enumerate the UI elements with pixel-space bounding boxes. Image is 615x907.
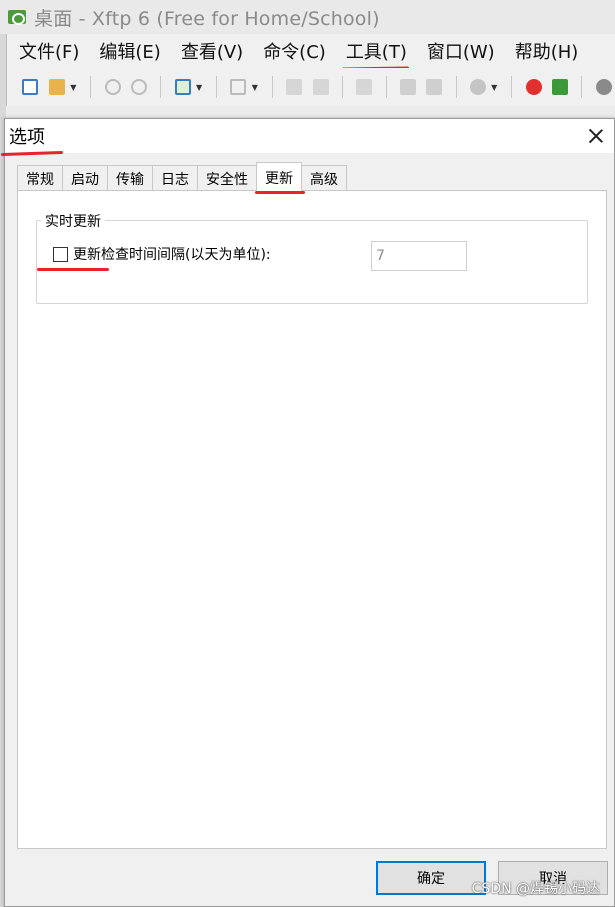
tab-security[interactable]: 安全性 [197, 165, 257, 191]
update-check-row: 更新检查时间间隔(以天为单位): [37, 244, 271, 271]
sync-icon[interactable] [353, 75, 376, 99]
group-legend: 实时更新 [41, 211, 105, 231]
menu-view[interactable]: 查看(V) [169, 38, 251, 64]
toolbar-separator [385, 76, 387, 98]
toolbar-separator [455, 76, 457, 98]
menu-help[interactable]: 帮助(H) [503, 38, 587, 64]
disconnect-icon[interactable] [101, 75, 124, 99]
tab-label: 高级 [310, 171, 338, 188]
menu-file[interactable]: 文件(F) [7, 38, 87, 64]
reconnect-icon[interactable] [128, 75, 151, 99]
menu-tools[interactable]: 工具(T) [334, 38, 415, 64]
toolbar-separator [341, 76, 343, 98]
settings-icon[interactable] [592, 75, 615, 99]
chevron-down-icon[interactable]: ▼ [196, 83, 202, 92]
tab-label: 安全性 [206, 171, 248, 188]
close-icon[interactable] [586, 126, 606, 146]
dialog-titlebar: 选项 [5, 119, 614, 153]
xftp-logo-icon [8, 10, 26, 25]
tab-label: 传输 [116, 171, 144, 188]
chevron-down-icon[interactable]: ▼ [70, 83, 76, 92]
chevron-down-icon[interactable]: ▼ [252, 83, 258, 92]
tab-label: 常规 [26, 171, 54, 188]
dialog-title: 选项 [5, 123, 45, 149]
tab-startup[interactable]: 启动 [62, 165, 108, 191]
toolbar-separator [271, 76, 273, 98]
menu-edit[interactable]: 编辑(E) [87, 38, 168, 64]
toolbar-separator [581, 76, 583, 98]
tab-general[interactable]: 常规 [17, 165, 63, 191]
tab-label: 启动 [71, 171, 99, 188]
tab-label: 更新 [255, 168, 305, 194]
menu-command[interactable]: 命令(C) [251, 38, 334, 64]
app-titlebar: 桌面 - Xftp 6 (Free for Home/School) [0, 0, 615, 34]
tab-strip: 常规 启动 传输 日志 安全性 更新 高级 [17, 162, 347, 194]
toolbar-separator [90, 76, 92, 98]
status-icon[interactable] [467, 75, 490, 99]
toolbar-separator [160, 76, 162, 98]
ok-button[interactable]: 确定 [376, 861, 486, 895]
update-tab-panel: 实时更新 更新检查时间间隔(以天为单位): 7 [17, 190, 607, 849]
paste-icon[interactable] [423, 75, 446, 99]
xftp-icon[interactable] [549, 75, 572, 99]
session-manager-icon[interactable] [171, 75, 194, 99]
update-check-checkbox[interactable] [37, 246, 109, 271]
toolbar-separator [511, 76, 513, 98]
app-title: 桌面 - Xftp 6 (Free for Home/School) [34, 7, 380, 30]
new-session-icon[interactable] [19, 75, 42, 99]
update-interval-input[interactable]: 7 [371, 241, 467, 271]
xshell-icon[interactable] [522, 75, 545, 99]
tab-transfer[interactable]: 传输 [107, 165, 153, 191]
copy-icon[interactable] [396, 75, 419, 99]
menubar: 文件(F) 编辑(E) 查看(V) 命令(C) 工具(T) 窗口(W) 帮助(H… [6, 34, 615, 68]
realtime-update-group: 实时更新 更新检查时间间隔(以天为单位): 7 [36, 211, 588, 304]
tab-log[interactable]: 日志 [152, 165, 198, 191]
options-dialog: 选项 常规 启动 传输 日志 安全性 更新 高级 实时更新 更新检查时间间隔(以… [4, 118, 615, 907]
update-check-label[interactable]: 更新检查时间间隔(以天为单位): [73, 244, 271, 264]
open-folder-icon[interactable] [46, 75, 69, 99]
watermark: CSDN @焊锡小码达 [471, 881, 600, 897]
upload-icon[interactable] [283, 75, 306, 99]
menu-window[interactable]: 窗口(W) [415, 38, 503, 64]
download-icon[interactable] [309, 75, 332, 99]
chevron-down-icon[interactable]: ▼ [491, 83, 497, 92]
annotation-underline [37, 267, 109, 271]
tab-advanced[interactable]: 高级 [301, 165, 347, 191]
tab-label: 日志 [161, 171, 189, 188]
tab-update[interactable]: 更新 [255, 162, 305, 194]
toolbar: ▼ ▼ ▼ ▼ [6, 68, 615, 106]
toolbar-separator [216, 76, 218, 98]
transfer-icon[interactable] [227, 75, 250, 99]
